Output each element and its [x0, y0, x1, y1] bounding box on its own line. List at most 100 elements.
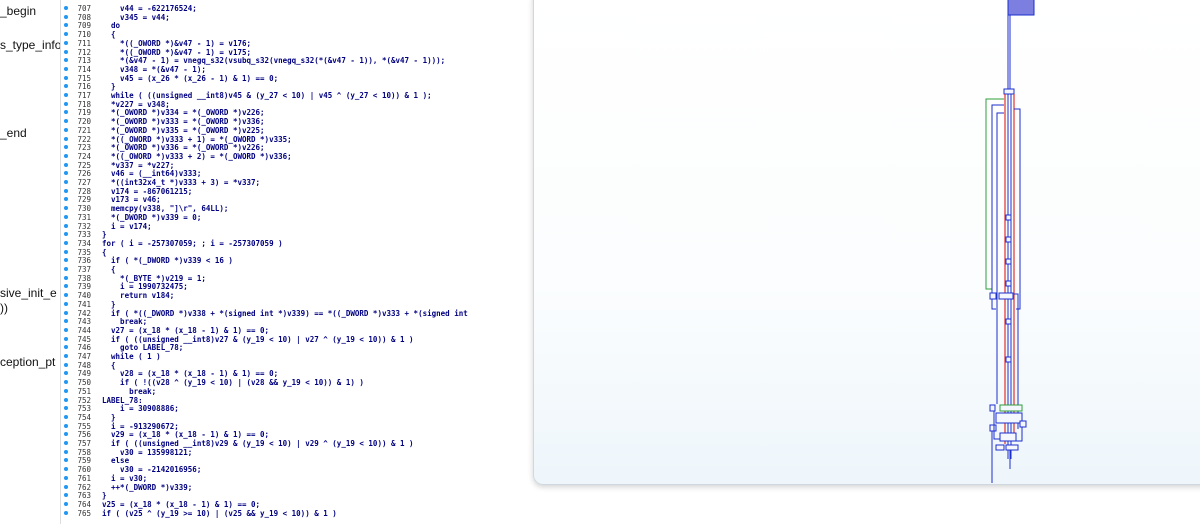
- code-text[interactable]: *(_OWORD *)v333 = *(_OWORD *)v336;: [102, 117, 265, 126]
- code-line[interactable]: 710 {: [61, 30, 533, 39]
- control-flow-graph[interactable]: [534, 0, 1200, 484]
- graph-node[interactable]: [989, 424, 997, 432]
- graph-node[interactable]: [998, 292, 1014, 300]
- code-line[interactable]: 756 v29 = (x_18 * (x_18 - 1) & 1) == 0;: [61, 430, 533, 439]
- code-text[interactable]: v29 = (x_18 * (x_18 - 1) & 1) == 0;: [102, 430, 269, 439]
- code-line[interactable]: 738 *(_BYTE *)v219 = 1;: [61, 274, 533, 283]
- code-line[interactable]: 739 i = 1990732475;: [61, 282, 533, 291]
- code-line[interactable]: 734 for ( i = -257307059; ; i = -25730705…: [61, 239, 533, 248]
- code-text[interactable]: goto LABEL_78;: [102, 343, 183, 352]
- code-line[interactable]: 711 *((_OWORD *)&v47 - 1) = v176;: [61, 39, 533, 48]
- code-text[interactable]: v25 = (x_18 * (x_18 - 1) & 1) == 0;: [102, 500, 260, 509]
- graph-node[interactable]: [1005, 444, 1019, 451]
- code-text[interactable]: while ( ((unsigned __int8)v45 & (y_27 < …: [102, 91, 432, 100]
- graph-node[interactable]: [995, 412, 1023, 424]
- code-text[interactable]: *(&v47 - 1) = vnegq_s32(vsubq_s32(vnegq_…: [102, 56, 445, 65]
- code-line[interactable]: 753 i = 30908886;: [61, 404, 533, 413]
- code-text[interactable]: }: [102, 491, 107, 500]
- function-list-item[interactable]: )): [0, 301, 8, 315]
- code-text[interactable]: *v337 = *v227;: [102, 161, 174, 170]
- code-line[interactable]: 714 v348 = *(&v47 - 1);: [61, 65, 533, 74]
- code-line[interactable]: 715 v45 = (x_26 * (x_26 - 1) & 1) == 0;: [61, 74, 533, 83]
- graph-node[interactable]: [999, 432, 1017, 442]
- code-text[interactable]: i = v174;: [102, 222, 152, 231]
- code-line[interactable]: 742 if ( *((_DWORD *)v338 + *(signed int…: [61, 309, 533, 318]
- code-text[interactable]: if ( (v25 ^ (y_19 >= 10) | (v25 && y_19 …: [102, 509, 337, 518]
- code-text[interactable]: do: [102, 21, 120, 30]
- graph-node[interactable]: [995, 444, 1005, 451]
- code-text[interactable]: memcpy(v338, "]\r", 64LL);: [102, 204, 228, 213]
- graph-node[interactable]: [989, 404, 996, 412]
- code-line[interactable]: 707 v44 = -622176524;: [61, 4, 533, 13]
- code-line[interactable]: 722 *((_OWORD *)v333 + 1) = *(_OWORD *)v…: [61, 135, 533, 144]
- code-text[interactable]: for ( i = -257307059; ; i = -257307059 ): [102, 239, 283, 248]
- code-line[interactable]: 720 *(_OWORD *)v333 = *(_OWORD *)v336;: [61, 117, 533, 126]
- code-line[interactable]: 751 break;: [61, 387, 533, 396]
- graph-node[interactable]: [1005, 214, 1012, 221]
- code-text[interactable]: while ( 1 ): [102, 352, 161, 361]
- code-line[interactable]: 719 *(_OWORD *)v334 = *(_OWORD *)v226;: [61, 108, 533, 117]
- code-line[interactable]: 754 }: [61, 413, 533, 422]
- code-text[interactable]: }: [102, 300, 116, 309]
- code-line[interactable]: 743 break;: [61, 317, 533, 326]
- code-line[interactable]: 759 else: [61, 456, 533, 465]
- code-text[interactable]: if ( *((_DWORD *)v338 + *(signed int *)v…: [102, 309, 468, 318]
- code-line[interactable]: 758 v30 = 135998121;: [61, 448, 533, 457]
- function-list-item[interactable]: _end: [0, 126, 27, 140]
- code-line[interactable]: 726 v46 = (__int64)v333;: [61, 169, 533, 178]
- graph-node[interactable]: [1005, 258, 1012, 265]
- code-line[interactable]: 709 do: [61, 21, 533, 30]
- code-line[interactable]: 732 i = v174;: [61, 222, 533, 231]
- code-text[interactable]: }: [102, 230, 107, 239]
- code-text[interactable]: i = 1990732475;: [102, 282, 188, 291]
- code-text[interactable]: }: [102, 82, 116, 91]
- code-line[interactable]: 716 }: [61, 82, 533, 91]
- code-text[interactable]: v46 = (__int64)v333;: [102, 169, 201, 178]
- code-line[interactable]: 750 if ( !((v28 ^ (y_19 < 10) | (v28 && …: [61, 378, 533, 387]
- code-line[interactable]: 708 v345 = v44;: [61, 13, 533, 22]
- graph-overview-window[interactable]: [533, 0, 1200, 485]
- code-line[interactable]: 721 *(_OWORD *)v335 = *(_OWORD *)v225;: [61, 126, 533, 135]
- code-line[interactable]: 728 v174 = -867061215;: [61, 187, 533, 196]
- code-text[interactable]: v30 = -2142016956;: [102, 465, 201, 474]
- code-text[interactable]: break;: [102, 317, 147, 326]
- code-text[interactable]: *((_OWORD *)&v47 - 1) = v176;: [102, 39, 251, 48]
- code-text[interactable]: v173 = v46;: [102, 195, 161, 204]
- code-text[interactable]: *(_OWORD *)v334 = *(_OWORD *)v226;: [102, 108, 265, 117]
- code-line[interactable]: 755 i = -913290672;: [61, 422, 533, 431]
- code-line[interactable]: 723 *(_OWORD *)v336 = *(_OWORD *)v226;: [61, 143, 533, 152]
- code-line[interactable]: 749 v28 = (x_18 * (x_18 - 1) & 1) == 0;: [61, 369, 533, 378]
- code-line[interactable]: 741 }: [61, 300, 533, 309]
- code-text[interactable]: v348 = *(&v47 - 1);: [102, 65, 206, 74]
- graph-node[interactable]: [1005, 280, 1012, 287]
- code-text[interactable]: if ( !((v28 ^ (y_19 < 10) | (v28 && y_19…: [102, 378, 364, 387]
- code-line[interactable]: 733}: [61, 230, 533, 239]
- code-text[interactable]: v28 = (x_18 * (x_18 - 1) & 1) == 0;: [102, 369, 278, 378]
- graph-node[interactable]: [999, 404, 1023, 412]
- pseudocode-view[interactable]: 707 v44 = -622176524; 708 v345 = v44; 709 …: [60, 0, 533, 524]
- code-line[interactable]: 757 if ( ((unsigned __int8)v29 & (y_19 <…: [61, 439, 533, 448]
- code-line[interactable]: 712 *((_OWORD *)&v47 - 1) = v175;: [61, 48, 533, 57]
- code-text[interactable]: if ( ((unsigned __int8)v29 & (y_19 < 10)…: [102, 439, 414, 448]
- code-line[interactable]: 752 LABEL_78:: [61, 396, 533, 405]
- code-line[interactable]: 760 v30 = -2142016956;: [61, 465, 533, 474]
- code-text[interactable]: return v184;: [102, 291, 174, 300]
- code-line[interactable]: 717 while ( ((unsigned __int8)v45 & (y_2…: [61, 91, 533, 100]
- code-text[interactable]: LABEL_78:: [102, 396, 143, 405]
- graph-node[interactable]: [1005, 236, 1012, 243]
- code-text[interactable]: {: [102, 30, 116, 39]
- code-text[interactable]: *(_OWORD *)v335 = *(_OWORD *)v225;: [102, 126, 265, 135]
- graph-node[interactable]: [1005, 318, 1012, 325]
- code-line[interactable]: 718 *v227 = v348;: [61, 100, 533, 109]
- code-line[interactable]: 745 if ( ((unsigned __int8)v27 & (y_19 <…: [61, 335, 533, 344]
- code-text[interactable]: v45 = (x_26 * (x_26 - 1) & 1) == 0;: [102, 74, 278, 83]
- code-line[interactable]: 736 if ( *(_DWORD *)v339 < 16 ): [61, 256, 533, 265]
- code-line[interactable]: 765 if ( (v25 ^ (y_19 >= 10) | (v25 && y_…: [61, 509, 533, 518]
- code-text[interactable]: *((int32x4_t *)v333 + 3) = *v337;: [102, 178, 260, 187]
- code-text[interactable]: *((_OWORD *)&v47 - 1) = v175;: [102, 48, 251, 57]
- code-text[interactable]: i = v30;: [102, 474, 147, 483]
- code-text[interactable]: {: [102, 248, 107, 257]
- code-text[interactable]: *((_OWORD *)v333 + 1) = *(_OWORD *)v335;: [102, 135, 292, 144]
- code-line[interactable]: 746 goto LABEL_78;: [61, 343, 533, 352]
- graph-node[interactable]: [1019, 420, 1027, 428]
